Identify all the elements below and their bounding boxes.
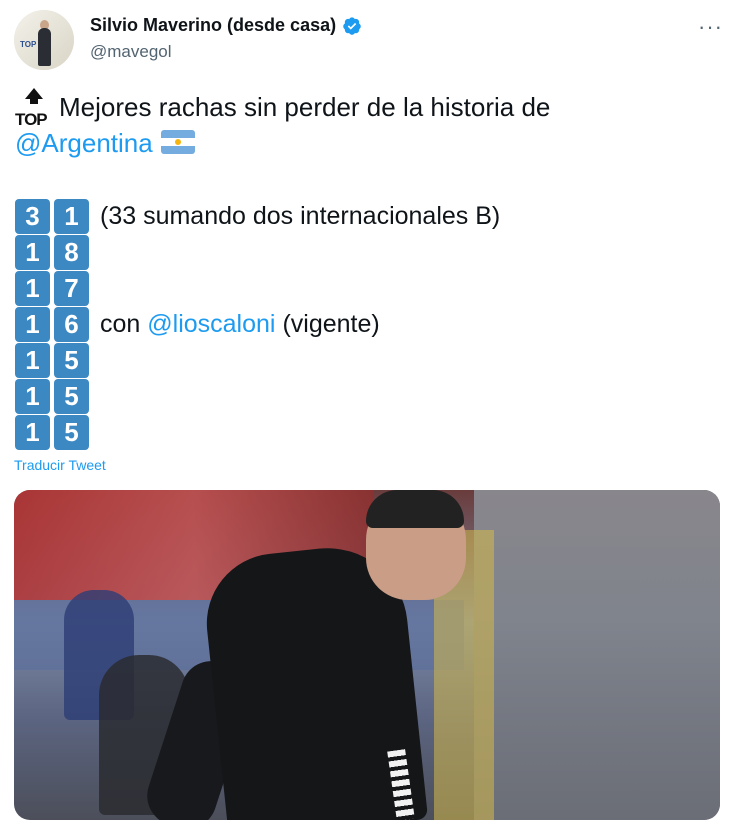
top-arrow-icon: TOP: [15, 88, 53, 129]
keycap-digit: 1: [15, 415, 50, 450]
author-name[interactable]: Silvio Maverino (desde casa): [90, 15, 336, 36]
author-handle[interactable]: @mavegol: [90, 42, 172, 62]
streak-row: 1 5: [15, 343, 89, 378]
tweet-text: TOP Mejores rachas sin perder de la hist…: [15, 88, 715, 161]
keycap-digit: 5: [54, 343, 89, 378]
translate-tweet-link[interactable]: Traducir Tweet: [14, 457, 106, 473]
author-name-row: Silvio Maverino (desde casa): [90, 15, 362, 36]
streak-row: 1 6: [15, 307, 89, 342]
keycap-digit: 1: [15, 235, 50, 270]
tweet-media-image[interactable]: [14, 490, 720, 820]
streak-note: (33 sumando dos internacionales B): [100, 202, 501, 230]
streak-row: 1 7: [15, 271, 89, 306]
avatar[interactable]: TOP: [14, 10, 74, 70]
streak-row: 1 5: [15, 415, 89, 450]
more-options-icon[interactable]: ···: [698, 14, 723, 40]
verified-badge-icon: [343, 16, 361, 35]
streak-note-suffix: (vigente): [282, 310, 380, 338]
tweet-line1: Mejores rachas sin perder de la historia…: [59, 92, 551, 122]
keycap-digit: 1: [15, 271, 50, 306]
keycap-digit: 1: [15, 379, 50, 414]
keycap-digit: 6: [54, 307, 89, 342]
streak-row: 1 5: [15, 379, 89, 414]
keycap-digit: 7: [54, 271, 89, 306]
keycap-digit: 8: [54, 235, 89, 270]
keycap-digit: 1: [54, 199, 89, 234]
streak-note: con @lioscaloni (vigente): [100, 307, 380, 342]
argentina-flag-icon: [160, 130, 195, 154]
keycap-digit: 1: [15, 343, 50, 378]
streak-row: 3 1: [15, 199, 89, 234]
keycap-digit: 3: [15, 199, 50, 234]
streak-note-prefix: con: [100, 310, 141, 338]
keycap-digit: 5: [54, 379, 89, 414]
mention-lioscaloni[interactable]: @lioscaloni: [147, 310, 275, 338]
keycap-digit: 5: [54, 415, 89, 450]
streak-row: 1 8: [15, 235, 89, 270]
keycap-digit: 1: [15, 307, 50, 342]
